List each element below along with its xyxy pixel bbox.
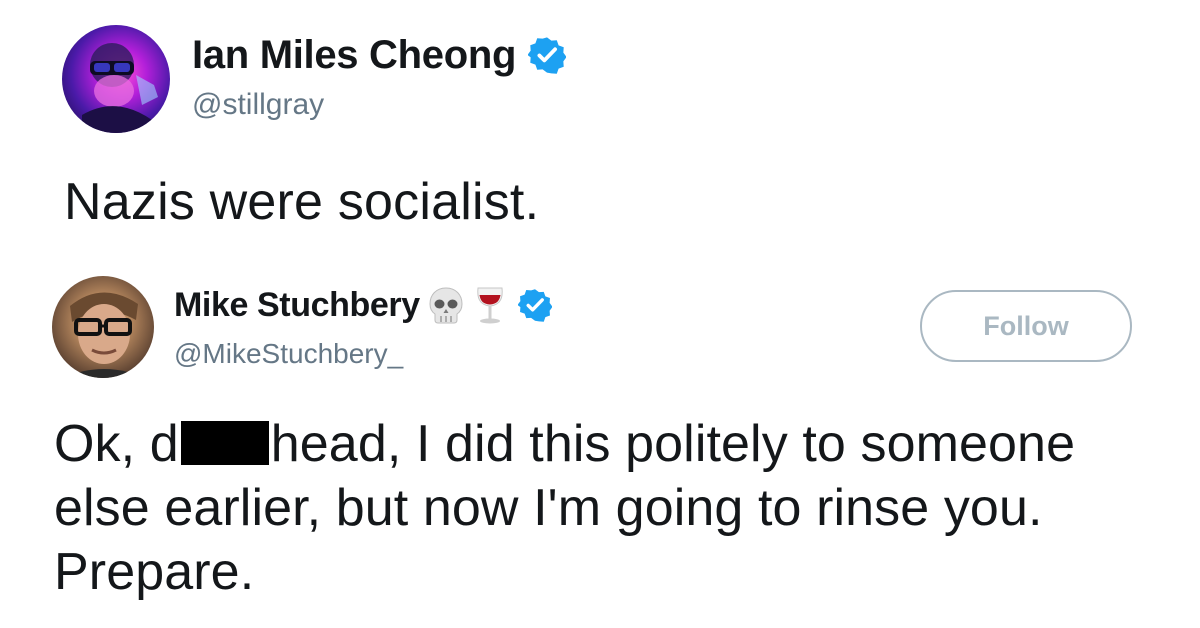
tweet2-text: Ok, d head, I did this politely to someon… [54,412,1174,604]
tweet1-display-name[interactable]: Ian Miles Cheong [192,33,516,78]
follow-button[interactable]: Follow [920,290,1132,362]
skull-icon [429,287,463,324]
avatar-mike-stuchbery[interactable] [52,276,154,378]
tweet2-name-row: Mike Stuchbery [174,280,552,330]
redaction-bar [180,421,269,465]
tweet2-display-name[interactable]: Mike Stuchbery [174,286,420,325]
tweet2-handle[interactable]: @MikeStuchbery_ [174,338,403,370]
tweet1-name-row: Ian Miles Cheong [192,30,567,80]
tweet2-text-start: Ok, d [54,415,179,473]
avatar-ian-miles-cheong[interactable] [62,25,170,133]
verified-badge-icon [528,37,567,74]
tweet-screenshot: Ian Miles Cheong @stillgray Nazis were s… [0,0,1200,628]
verified-badge-icon [517,289,552,322]
tweet1-handle[interactable]: @stillgray [192,88,324,122]
wine-glass-icon [476,287,503,324]
tweet1-text: Nazis were socialist. [64,173,540,231]
